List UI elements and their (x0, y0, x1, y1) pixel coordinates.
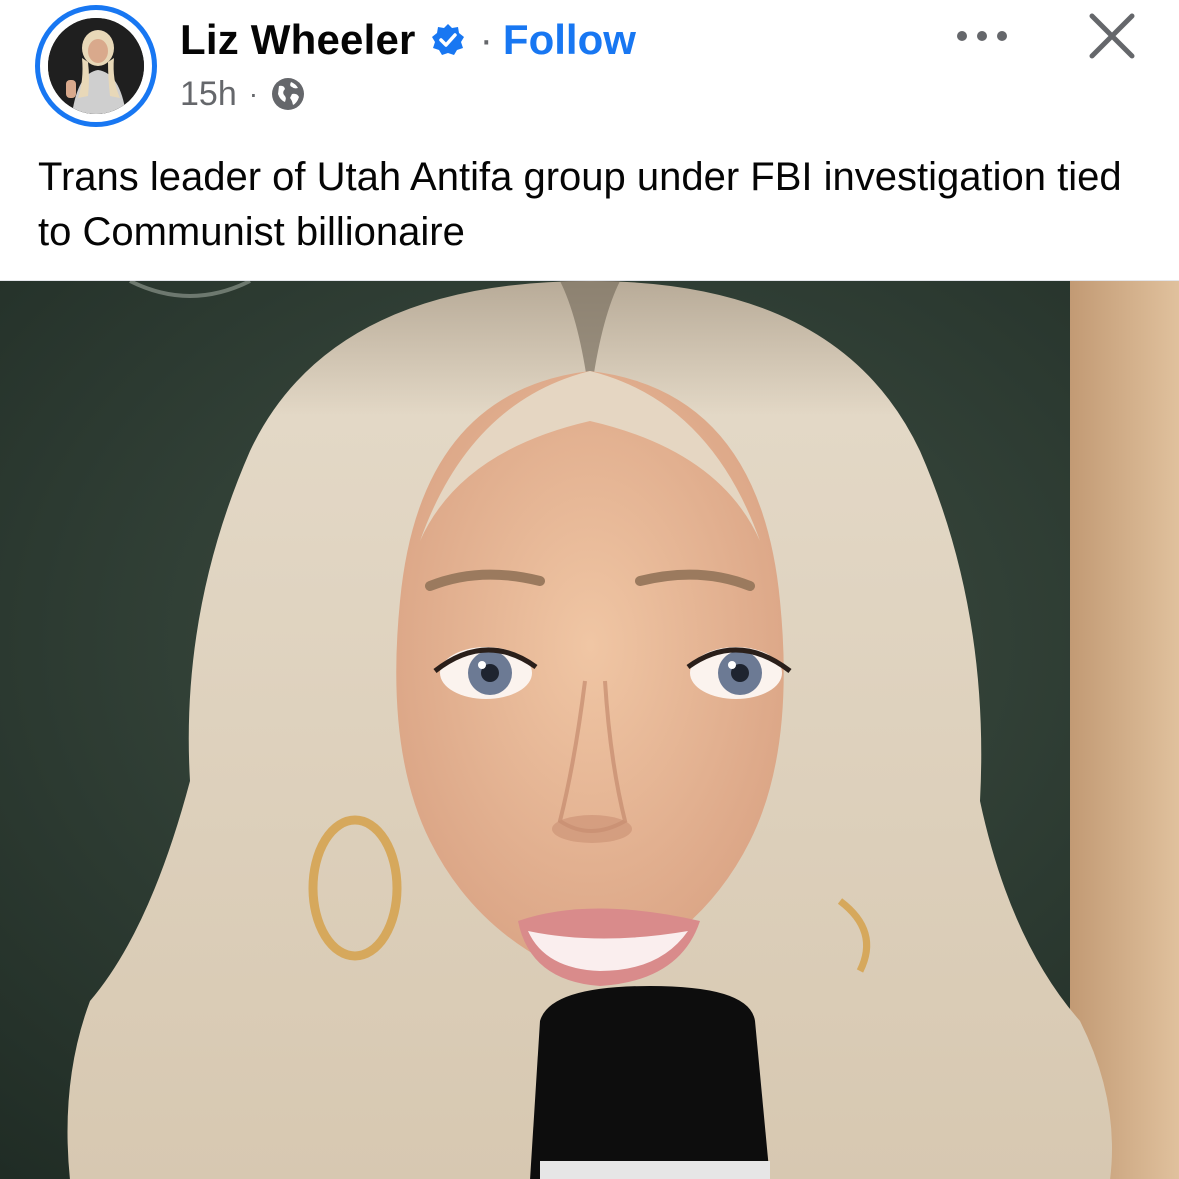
globe-icon (270, 76, 306, 112)
post-header: Liz Wheeler · Follow 15h · (0, 0, 1179, 130)
meta-separator: · (248, 78, 259, 109)
more-options-icon[interactable] (952, 18, 1012, 54)
facebook-post: Liz Wheeler · Follow 15h · Trans leader … (0, 0, 1179, 1179)
avatar-image (48, 18, 144, 114)
verified-badge-icon (430, 22, 466, 58)
follow-button[interactable]: Follow (503, 16, 636, 64)
post-timestamp[interactable]: 15h (180, 75, 237, 114)
close-icon[interactable] (1086, 10, 1138, 62)
post-image[interactable] (0, 280, 1179, 1179)
post-meta: 15h · (180, 74, 306, 114)
author-name[interactable]: Liz Wheeler (180, 16, 416, 64)
post-caption: Trans leader of Utah Antifa group under … (38, 155, 1122, 254)
separator-dot: · (479, 17, 493, 62)
author-row: Liz Wheeler · Follow (180, 14, 636, 66)
avatar[interactable] (35, 5, 157, 127)
